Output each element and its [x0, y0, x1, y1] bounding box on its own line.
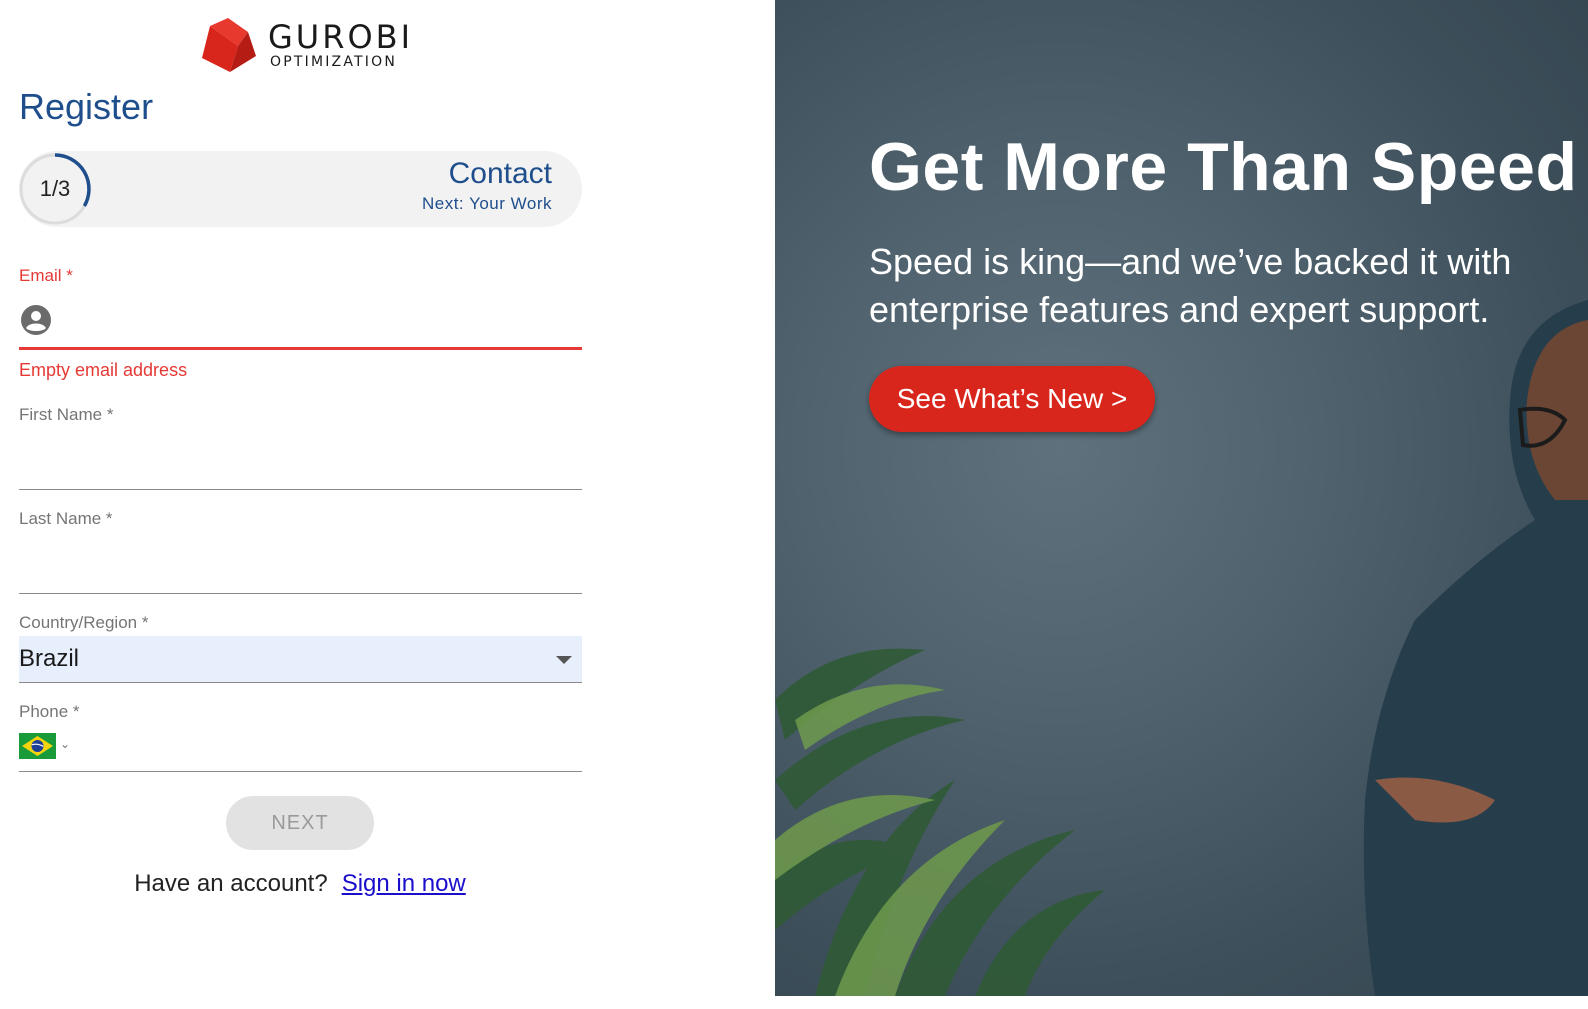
email-underline [19, 347, 582, 350]
brand-name: GUROBI [268, 18, 414, 56]
hero-subtitle: Speed is king—and we’ve backed it with e… [869, 241, 1512, 330]
email-field[interactable] [62, 300, 572, 342]
email-error-message: Empty email address [19, 360, 188, 380]
chevron-down-icon[interactable]: ⌄ [60, 737, 70, 751]
gurobi-cube-icon [202, 18, 256, 72]
account-circle-icon [21, 305, 51, 335]
country-select[interactable]: Brazil [19, 636, 582, 683]
hero-banner: Get More Than Speed Speed is king—and we… [775, 0, 1588, 996]
step-next-label: Next: Your Work [421, 194, 552, 213]
sign-in-link[interactable]: Sign in now [342, 870, 466, 897]
gurobi-logo[interactable]: GUROBI OPTIMIZATION [200, 14, 410, 74]
brazil-flag-icon[interactable] [19, 733, 56, 759]
signin-row: Have an account? Sign in now [0, 870, 600, 898]
first-name-underline [19, 489, 582, 490]
phone-underline [19, 771, 582, 772]
next-button[interactable]: NEXT [226, 796, 374, 850]
hero-title: Get More Than Speed [869, 129, 1578, 205]
email-label: Email * [19, 266, 73, 285]
see-whats-new-button[interactable]: See What’s New > [869, 366, 1155, 432]
account-prompt: Have an account? [134, 870, 328, 897]
country-label: Country/Region * [19, 613, 149, 632]
last-name-underline [19, 593, 582, 594]
page-title: Register [19, 86, 154, 127]
registration-panel: GUROBI OPTIMIZATION Register 1/3 Contact… [0, 0, 775, 1009]
phone-field[interactable] [80, 728, 580, 764]
dropdown-caret-icon [556, 656, 572, 664]
registration-stepper: 1/3 Contact Next: Your Work [19, 151, 582, 227]
first-name-label: First Name * [19, 405, 114, 424]
first-name-field[interactable] [19, 446, 582, 486]
last-name-field[interactable] [19, 550, 582, 590]
step-title: Contact [448, 157, 552, 190]
phone-label: Phone * [19, 702, 80, 721]
country-selected-value: Brazil [19, 645, 80, 672]
last-name-label: Last Name * [19, 509, 113, 528]
step-count: 1/3 [39, 176, 71, 201]
brand-tagline: OPTIMIZATION [270, 54, 398, 70]
